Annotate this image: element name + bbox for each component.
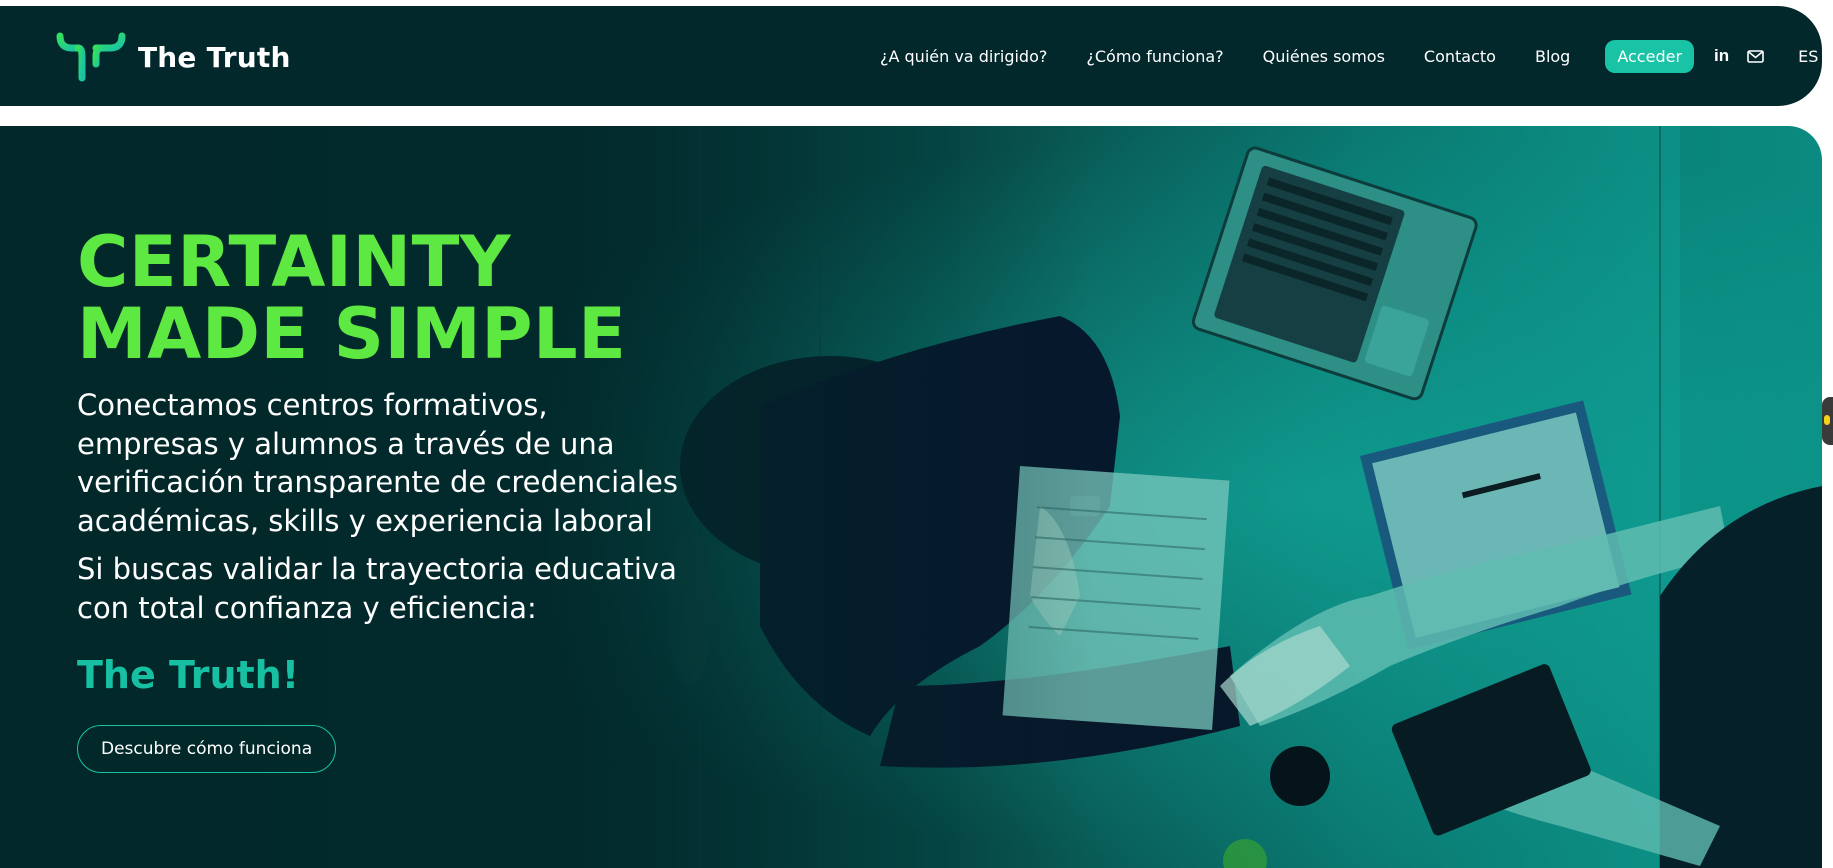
- hero-brand-tagline: The Truth!: [77, 653, 300, 697]
- discover-how-button[interactable]: Descubre cómo funciona: [77, 725, 337, 773]
- hero-lead-text: Conectamos centros formativos, empresas …: [77, 388, 678, 538]
- site-header: The Truth ¿A quién va dirigido? ¿Cómo fu…: [0, 6, 1828, 106]
- nav-item-quienes-somos[interactable]: Quiénes somos: [1263, 47, 1385, 66]
- brand-name: The Truth: [138, 40, 291, 74]
- hero-section: CERTAINTY MADE SIMPLE Conectamos centros…: [0, 126, 1822, 868]
- headline-line-2: MADE SIMPLE: [77, 293, 627, 375]
- envelope-icon[interactable]: [1747, 49, 1764, 63]
- logo-link[interactable]: The Truth: [56, 30, 291, 84]
- headline-line-1: CERTAINTY: [77, 221, 512, 303]
- nav-item-como-funciona[interactable]: ¿Cómo funciona?: [1086, 47, 1223, 66]
- hero-sublead-text: Si buscas validar la trayectoria educati…: [77, 552, 677, 625]
- hero-content: CERTAINTY MADE SIMPLE Conectamos centros…: [77, 226, 697, 773]
- side-widget-indicator: [1824, 415, 1830, 425]
- side-widget-tab[interactable]: [1822, 397, 1833, 445]
- main-nav: ¿A quién va dirigido? ¿Cómo funciona? Qu…: [880, 6, 1833, 106]
- nav-item-a-quien-va-dirigido[interactable]: ¿A quién va dirigido?: [880, 47, 1047, 66]
- logo-icon: [56, 32, 126, 82]
- lang-separator: |: [1823, 48, 1829, 64]
- language-switcher: ES | EN: [1798, 47, 1833, 66]
- hero-headline: CERTAINTY MADE SIMPLE: [77, 226, 697, 370]
- lang-es[interactable]: ES: [1798, 47, 1818, 66]
- linkedin-icon[interactable]: in: [1714, 46, 1729, 66]
- nav-item-contacto[interactable]: Contacto: [1424, 47, 1496, 66]
- login-button[interactable]: Acceder: [1605, 39, 1695, 73]
- nav-item-blog[interactable]: Blog: [1535, 47, 1570, 66]
